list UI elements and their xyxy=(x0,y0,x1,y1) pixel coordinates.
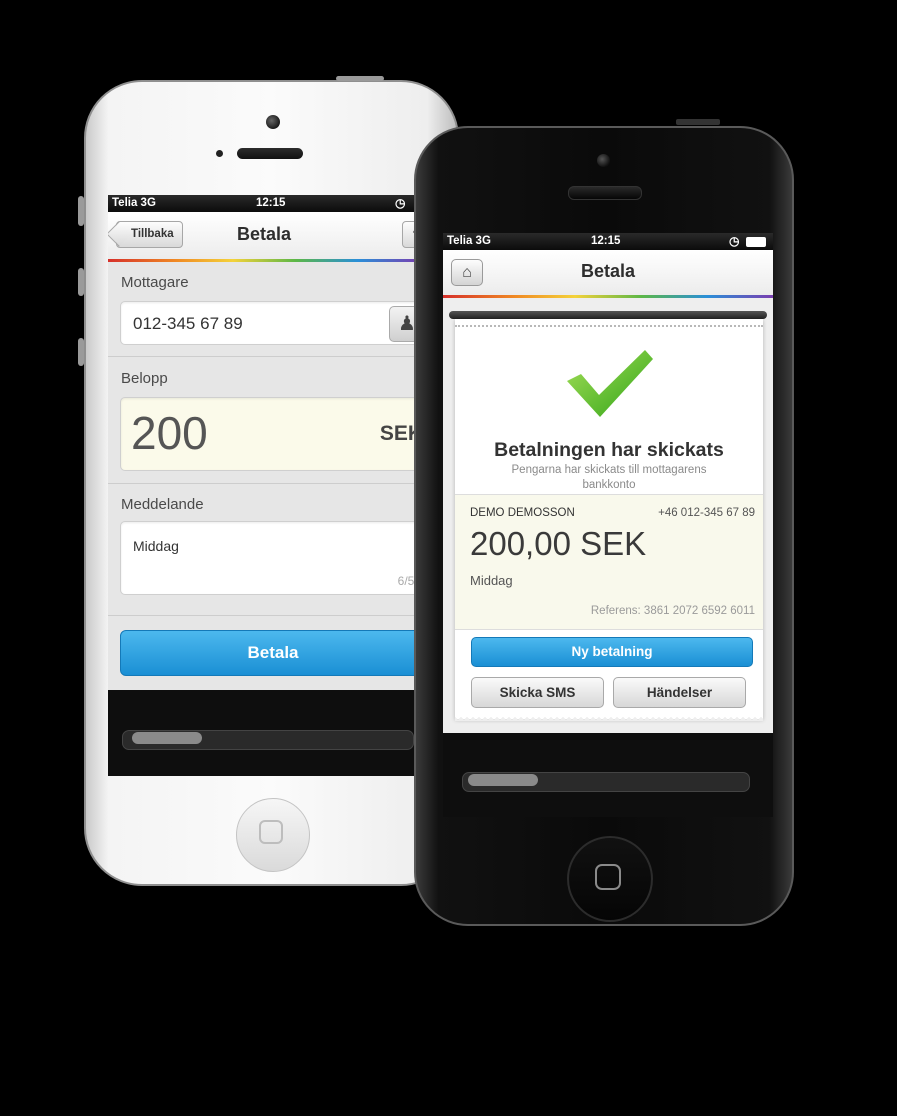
nav-bar: ⌂ Betala xyxy=(443,250,773,295)
payment-details: DEMO DEMOSSON +46 012-345 67 89 200,00 S… xyxy=(455,494,763,630)
amount-label: Belopp xyxy=(121,370,168,387)
recipient-value: 012-345 67 89 xyxy=(133,314,243,333)
section-divider xyxy=(108,615,420,616)
status-time: 12:15 xyxy=(256,197,286,209)
pay-button[interactable]: Betala xyxy=(120,630,420,676)
carrier-label: Telia 3G xyxy=(112,197,156,209)
home-square-icon xyxy=(595,864,621,890)
recipient-field[interactable]: 012-345 67 89 ♟ xyxy=(120,301,420,345)
checkmark-icon xyxy=(567,350,653,417)
clock-icon: ◷ xyxy=(729,234,740,248)
volume-up-button xyxy=(78,268,84,296)
carrier-label: Telia 3G xyxy=(447,235,491,247)
status-time: 12:15 xyxy=(591,235,621,247)
white-phone-screen: Telia 3G 12:15 ◷ Tillbaka Betala ? Motta… xyxy=(108,195,420,775)
perforation-line xyxy=(455,325,763,327)
events-button[interactable]: Händelser xyxy=(613,677,746,708)
receipt-subtitle: Pengarna har skickats till mottagarens b… xyxy=(511,464,707,491)
payment-form: Mottagare 012-345 67 89 ♟ Belopp 200 SEK… xyxy=(108,262,420,709)
home-square-icon xyxy=(259,820,283,844)
paid-amount: 200,00 SEK xyxy=(470,525,647,562)
scroll-thumb[interactable] xyxy=(468,774,538,786)
power-button xyxy=(336,76,384,81)
new-payment-button[interactable]: Ny betalning xyxy=(471,637,753,667)
amount-value: 200 xyxy=(131,407,208,459)
power-button xyxy=(676,119,720,125)
section-divider xyxy=(108,356,420,357)
scroll-thumb[interactable] xyxy=(132,732,202,744)
message-value: Middag xyxy=(133,538,179,554)
receipt-torn-edge xyxy=(455,715,763,721)
proximity-sensor xyxy=(216,150,223,157)
nav-bar: Tillbaka Betala ? xyxy=(108,212,420,259)
page-title: Betala xyxy=(236,224,292,244)
battery-icon xyxy=(746,237,766,247)
message-label: Meddelande xyxy=(121,496,204,513)
clock-icon: ◷ xyxy=(395,196,406,210)
volume-down-button xyxy=(78,338,84,366)
amount-field[interactable]: 200 SEK xyxy=(120,397,420,471)
send-sms-button[interactable]: Skicka SMS xyxy=(471,677,604,708)
message-field[interactable]: Middag 6/50 xyxy=(120,521,420,595)
receipt-slot xyxy=(449,311,767,319)
mute-switch xyxy=(78,196,84,226)
receipt-title: Betalningen har skickats xyxy=(494,439,724,461)
receipt-card: Betalningen har skickats Pengarna har sk… xyxy=(455,319,763,721)
front-camera xyxy=(266,115,280,129)
reference-number: Referens: 3861 2072 6592 6011 xyxy=(590,605,755,617)
recipient-name: DEMO DEMOSSON xyxy=(470,507,575,519)
rainbow-divider xyxy=(443,295,773,298)
status-bar: Telia 3G 12:15 ◷ xyxy=(443,233,773,250)
earpiece-speaker xyxy=(237,148,303,159)
status-bar: Telia 3G 12:15 ◷ xyxy=(108,195,420,212)
page-title: Betala xyxy=(580,261,636,281)
payment-message: Middag xyxy=(470,573,513,588)
earpiece-speaker xyxy=(568,186,642,200)
recipient-phone: +46 012-345 67 89 xyxy=(658,507,755,519)
black-phone-screen: Telia 3G 12:15 ◷ ⌂ Betala Betalningen ha… xyxy=(443,233,773,733)
front-camera xyxy=(597,154,610,167)
section-divider xyxy=(108,483,420,484)
recipient-label: Mottagare xyxy=(121,274,189,291)
